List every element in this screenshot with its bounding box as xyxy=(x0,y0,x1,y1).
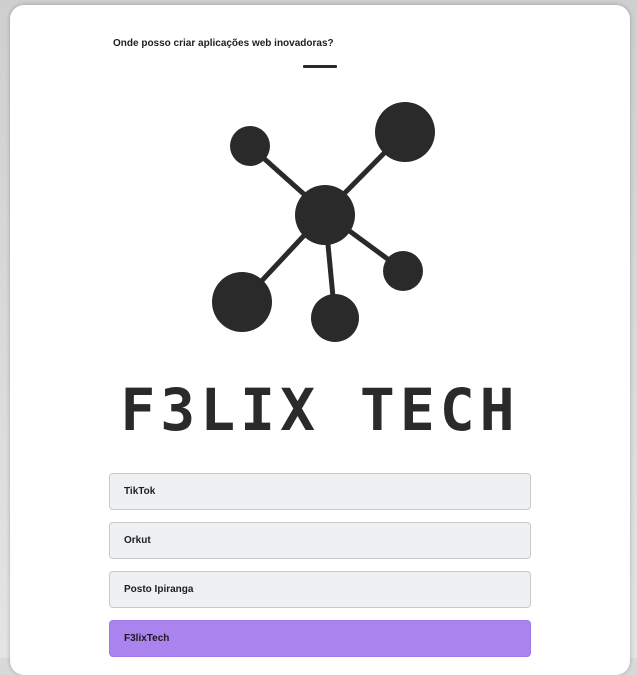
answer-options: TikTok Orkut Posto Ipiranga F3lixTech xyxy=(109,473,531,669)
option-f3lixtech[interactable]: F3lixTech xyxy=(109,620,531,657)
option-label: F3lixTech xyxy=(124,633,170,644)
logo-wordmark: F3LIX TECH xyxy=(120,376,519,444)
option-orkut[interactable]: Orkut xyxy=(109,522,531,559)
option-label: TikTok xyxy=(124,486,156,497)
option-label: Orkut xyxy=(124,535,151,546)
option-label: Posto Ipiranga xyxy=(124,584,194,595)
option-posto-ipiranga[interactable]: Posto Ipiranga xyxy=(109,571,531,608)
quiz-card: Onde posso criar aplicações web inovador… xyxy=(10,5,630,675)
page-background: Onde posso criar aplicações web inovador… xyxy=(0,0,637,675)
option-tiktok[interactable]: TikTok xyxy=(109,473,531,510)
network-molecule-icon xyxy=(212,102,435,342)
f3lix-tech-logo: F3LIX TECH xyxy=(120,102,519,444)
